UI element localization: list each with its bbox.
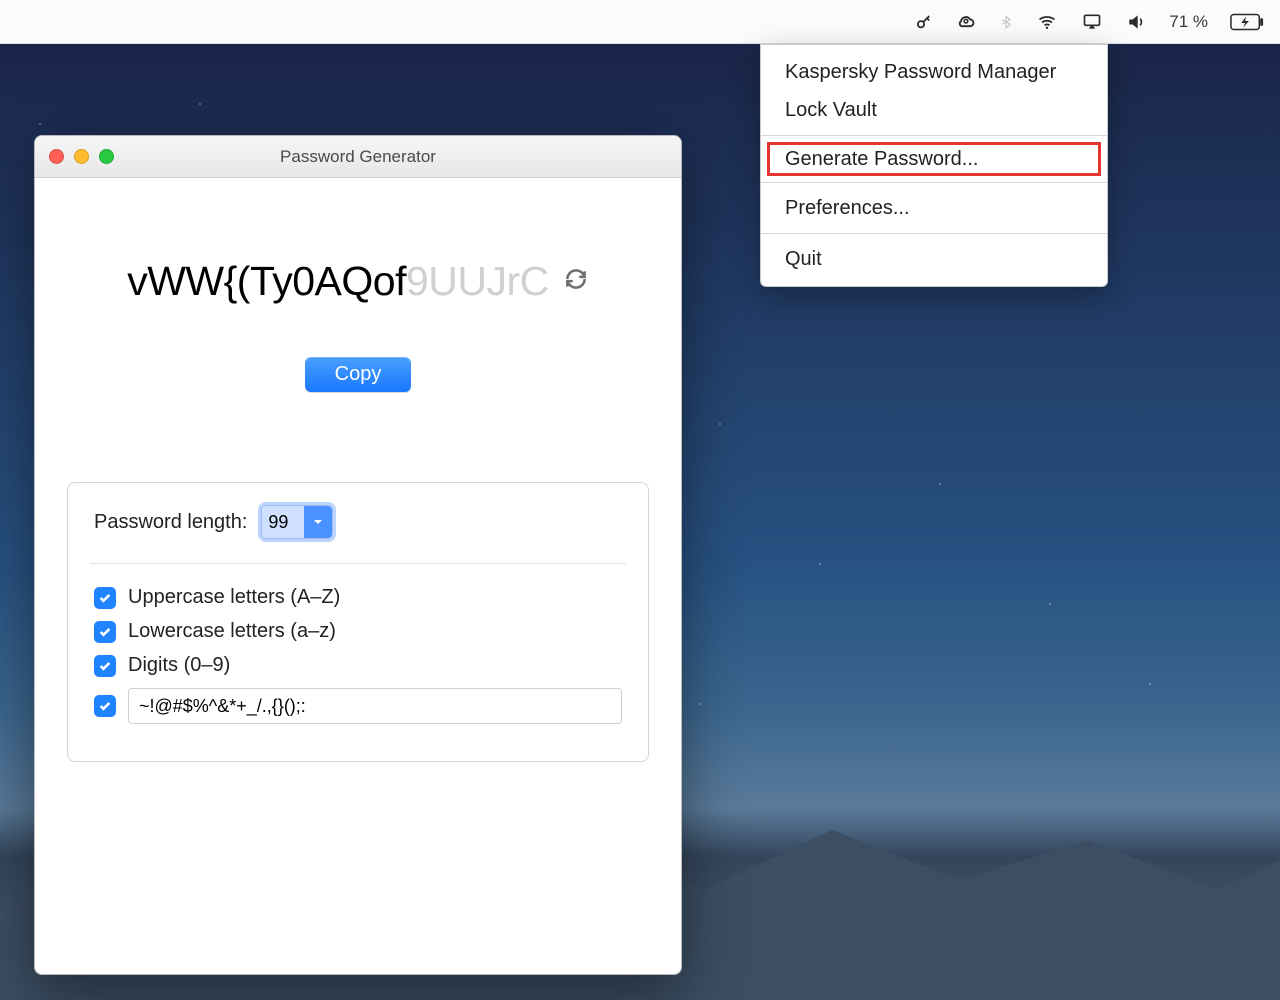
traffic-lights: [49, 149, 114, 164]
wifi-icon[interactable]: [1035, 12, 1059, 32]
option-symbols-row: [94, 688, 622, 724]
battery-percentage: 71 %: [1169, 12, 1208, 32]
battery-charging-icon[interactable]: [1230, 12, 1264, 32]
digits-checkbox[interactable]: [94, 655, 116, 677]
close-button[interactable]: [49, 149, 64, 164]
menu-item-quit[interactable]: Quit: [761, 240, 1107, 278]
password-faded-part: 9UUJrC: [406, 258, 549, 304]
generated-password-row: vWW{(Ty0AQof9UUJrC: [35, 178, 681, 335]
window-titlebar[interactable]: Password Generator: [35, 136, 681, 178]
password-length-combo[interactable]: [261, 505, 333, 539]
menu-item-lock-vault[interactable]: Lock Vault: [761, 91, 1107, 129]
lowercase-label: Lowercase letters (a–z): [128, 620, 336, 643]
uppercase-label: Uppercase letters (A–Z): [128, 586, 340, 609]
menu-separator: [761, 233, 1107, 234]
menu-separator: [761, 182, 1107, 183]
password-length-label: Password length:: [94, 511, 247, 534]
minimize-button[interactable]: [74, 149, 89, 164]
check-icon: [98, 591, 112, 605]
menu-item-generate-password[interactable]: Generate Password...: [767, 142, 1101, 176]
option-digits-row: Digits (0–9): [94, 654, 622, 677]
option-lowercase-row: Lowercase letters (a–z): [94, 620, 622, 643]
bluetooth-icon[interactable]: [999, 12, 1013, 32]
password-length-row: Password length:: [94, 505, 622, 539]
options-divider: [90, 563, 626, 564]
volume-icon[interactable]: [1125, 12, 1147, 32]
menu-item-preferences[interactable]: Preferences...: [761, 189, 1107, 227]
regenerate-button[interactable]: [563, 266, 589, 297]
check-icon: [98, 699, 112, 713]
length-dropdown-button[interactable]: [304, 506, 332, 538]
uppercase-checkbox[interactable]: [94, 587, 116, 609]
password-visible-part: vWW{(Ty0AQof: [127, 258, 406, 304]
option-uppercase-row: Uppercase letters (A–Z): [94, 586, 622, 609]
password-length-input[interactable]: [262, 506, 304, 538]
digits-label: Digits (0–9): [128, 654, 230, 677]
mac-menubar: 71 %: [0, 0, 1280, 44]
zoom-button[interactable]: [99, 149, 114, 164]
menu-item-app-name[interactable]: Kaspersky Password Manager: [761, 53, 1107, 91]
menubar-dropdown: Kaspersky Password Manager Lock Vault Ge…: [760, 44, 1108, 287]
check-icon: [98, 625, 112, 639]
symbols-input[interactable]: [128, 688, 622, 724]
airplay-icon[interactable]: [1081, 12, 1103, 32]
window-title: Password Generator: [35, 147, 681, 167]
password-generator-window: Password Generator vWW{(Ty0AQof9UUJrC Co…: [34, 135, 682, 975]
lowercase-checkbox[interactable]: [94, 621, 116, 643]
check-icon: [98, 659, 112, 673]
creative-cloud-icon[interactable]: [955, 12, 977, 32]
generated-password[interactable]: vWW{(Ty0AQof9UUJrC: [127, 258, 549, 305]
options-panel: Password length: Uppercase letters (A–Z)…: [67, 482, 649, 762]
refresh-icon: [563, 266, 589, 292]
copy-button[interactable]: Copy: [305, 357, 412, 392]
chevron-down-icon: [312, 516, 324, 528]
key-icon[interactable]: [915, 12, 933, 32]
menu-separator: [761, 135, 1107, 136]
symbols-checkbox[interactable]: [94, 695, 116, 717]
